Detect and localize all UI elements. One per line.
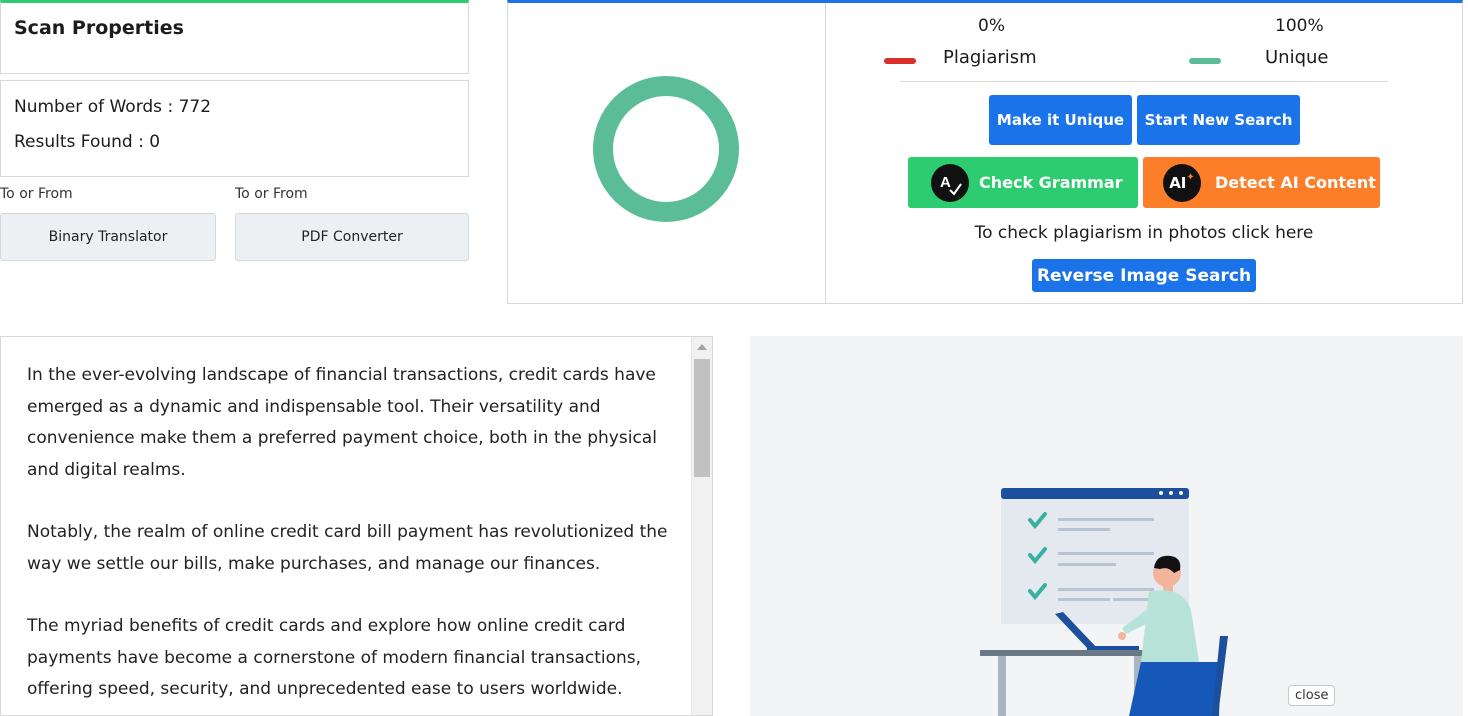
make-unique-button[interactable]: Make it Unique (989, 95, 1132, 145)
unique-legend-label: Unique (1265, 47, 1329, 68)
check-grammar-label: Check Grammar (979, 173, 1123, 192)
plagiarism-legend-label: Plagiarism (943, 47, 1037, 68)
content-paragraph: The myriad benefits of credit cards and … (27, 616, 642, 699)
word-count: Number of Words : 772 (14, 97, 212, 117)
scroll-thumb[interactable] (694, 359, 710, 477)
plagiarism-percent: 0% (978, 16, 1005, 36)
scan-properties-title: Scan Properties (14, 17, 184, 39)
close-button[interactable]: close (1288, 685, 1336, 706)
results-found: Results Found : 0 (14, 132, 161, 152)
tool-label-binary: To or From (0, 186, 73, 202)
grammar-check-icon: A (931, 163, 969, 202)
legend-divider (900, 81, 1388, 82)
ai-sparkle-icon: AI ✦ (1163, 163, 1201, 202)
unique-legend-swatch (1189, 58, 1221, 64)
person-laptop-checklist-illustration (980, 488, 1228, 716)
tool-label-pdf: To or From (235, 186, 308, 202)
detect-ai-label: Detect AI Content (1215, 173, 1376, 192)
plagiarism-result-panel: 0% 100% Plagiarism Unique Make it Unique… (507, 0, 1463, 304)
pdf-converter-button[interactable]: PDF Converter (235, 213, 469, 261)
check-grammar-button[interactable]: A Check Grammar (908, 157, 1138, 208)
start-new-search-button[interactable]: Start New Search (1137, 95, 1300, 145)
unique-percent: 100% (1275, 16, 1324, 36)
scroll-up-arrow-icon[interactable] (697, 344, 707, 350)
svg-text:A: A (940, 174, 951, 191)
content-text-area[interactable]: In the ever-evolving landscape of financ… (0, 336, 713, 716)
binary-translator-button[interactable]: Binary Translator (0, 213, 216, 261)
photo-check-hint: To check plagiarism in photos click here (974, 223, 1314, 243)
content-paragraph: In the ever-evolving landscape of financ… (27, 365, 657, 480)
plagiarism-legend-swatch (884, 58, 916, 64)
result-donut-chart (593, 76, 739, 222)
illustration-panel (750, 336, 1463, 716)
content-paragraph: Notably, the realm of online credit card… (27, 522, 668, 574)
donut-unique-arc (593, 76, 739, 222)
scan-properties-header: Scan Properties (0, 0, 469, 74)
content-text: In the ever-evolving landscape of financ… (27, 360, 677, 715)
panel-divider (825, 3, 826, 304)
reverse-image-search-button[interactable]: Reverse Image Search (1032, 259, 1256, 292)
detect-ai-button[interactable]: AI ✦ Detect AI Content (1143, 157, 1380, 208)
vertical-scrollbar[interactable] (691, 337, 712, 715)
scan-stats-panel: Number of Words : 772 Results Found : 0 (0, 80, 469, 177)
